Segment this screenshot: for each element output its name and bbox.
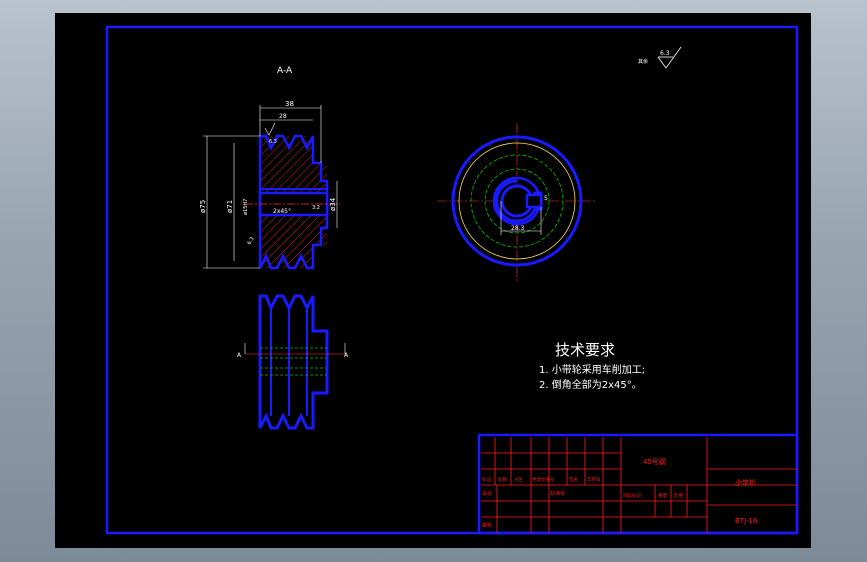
roughness-symbol-main: 其余 6.3 [638,46,682,69]
header-cell: 处数 [498,476,507,483]
header-cell: 年月日 [587,476,601,483]
dim-dia-bore: ø15H7 [243,199,249,215]
header-cell: 更改文件号 [532,476,555,483]
dim-dia-outer: ø75 [199,200,207,213]
notes-line-2: 2. 倒角全部为2x45°。 [539,378,642,391]
stage-cell: 比例 [674,492,683,499]
drawing-number: BTJ-16 [735,517,758,525]
dim-width-total: 38 [285,100,294,108]
dim-chamfer: 2x45° [273,208,291,215]
section-marker-right: A [344,352,349,359]
material: 45号钢 [643,457,666,466]
section-view: 38 28 ø75 ø71 ø15H7 ø34 2x45° 6.3 3.2 6.… [199,100,340,270]
header-cells: 标记 处数 分区 更改文件号 签名 年月日 [482,476,601,483]
tech-notes: 技术要求 1. 小带轮采用车削加工; 2. 倒角全部为2x45°。 [539,341,645,391]
dim-width-grooves: 28 [279,113,287,120]
title-block: 标记 处数 分区 更改文件号 签名 年月日 设计 审核 工艺 标准化 阶段标记 … [477,433,799,535]
stage-cell: 阶段标记 [623,492,641,499]
dim-dia-pitch: ø71 [226,200,234,213]
drawing-frame [105,25,799,535]
drawing-canvas[interactable]: A-A 其余 6.3 38 28 ø75 ø71 ø15H7 ø34 2x45°… [55,13,811,548]
stage-cell: 重量 [658,492,667,499]
front-view: 28.3 5 [437,123,597,281]
section-marker-left: A [237,352,242,359]
dim-keyway-depth: 5 [544,195,548,202]
row-label-design: 设计 [482,490,492,497]
header-cell: 签名 [569,476,578,483]
roughness-prefix: 其余 [638,58,648,65]
header-cell: 标记 [482,476,491,483]
header-cell: 分区 [514,476,523,483]
roughness-value: 6.3 [660,50,670,57]
roughness-hub: 6.3 [269,139,277,145]
roughness-bore: 3.2 [312,205,320,211]
notes-title: 技术要求 [555,341,615,359]
cad-drawing: A-A 其余 6.3 38 28 ø75 ø71 ø15H7 ø34 2x45°… [105,25,799,535]
dim-keyway-width: 28.3 [511,225,525,232]
notes-line-1: 1. 小带轮采用车削加工; [539,363,645,376]
roughness-face: 6.3 [247,236,256,246]
part-name: 小带轮 [735,478,756,487]
view-label: A-A [277,66,293,76]
side-view: A A [237,294,349,430]
dim-dia-hub: ø34 [329,197,337,211]
std-label: 标准化 [550,490,565,497]
stage-cells: 阶段标记 重量 比例 [623,492,683,499]
row-label-review: 审核 [482,522,492,529]
